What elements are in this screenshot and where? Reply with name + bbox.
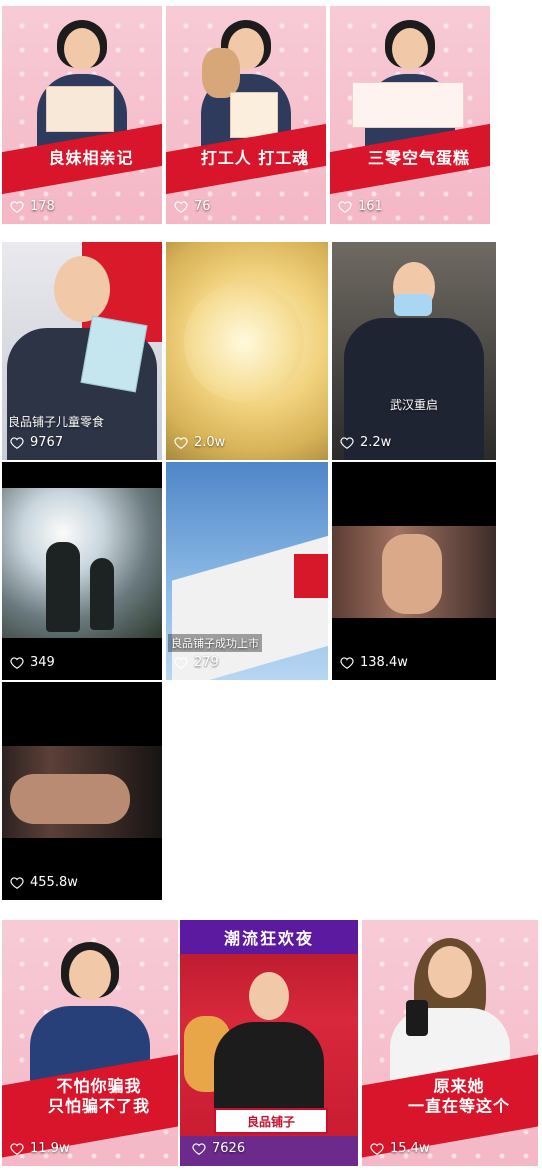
- video-title: 原来她 一直在等这个: [392, 1076, 526, 1116]
- video-title-line2: 一直在等这个: [407, 1096, 510, 1116]
- heart-outline-icon: [192, 1142, 206, 1155]
- video-title-line1: 原来她: [433, 1076, 485, 1096]
- video-tile-13[interactable]: 原来她 一直在等这个 15.4w: [362, 920, 538, 1166]
- heart-outline-icon: [10, 200, 24, 213]
- heart-outline-icon: [174, 436, 188, 449]
- cake-box: [352, 82, 464, 128]
- like-count: 15.4w: [370, 1141, 430, 1156]
- like-count: 178: [10, 199, 55, 214]
- heart-outline-icon: [174, 200, 188, 213]
- like-count-text: 9767: [30, 435, 64, 450]
- face-mask: [394, 294, 432, 316]
- like-count: 11.9w: [10, 1141, 70, 1156]
- product-box: [230, 92, 278, 138]
- plush-toy: [202, 48, 240, 98]
- person-head: [428, 946, 472, 998]
- like-count-text: 161: [358, 199, 383, 214]
- person-head: [69, 950, 111, 1000]
- video-tile-3[interactable]: 三零空气蛋糕 161: [330, 6, 490, 224]
- like-count: 9767: [10, 435, 63, 450]
- like-count: 349: [10, 655, 55, 670]
- heart-outline-icon: [370, 1142, 384, 1155]
- like-count-text: 279: [194, 655, 219, 670]
- video-title: 打工人 打工魂: [200, 148, 310, 168]
- like-count-text: 11.9w: [30, 1141, 70, 1156]
- person-head: [249, 972, 289, 1020]
- video-tile-8[interactable]: 良品铺子成功上市 279: [166, 462, 328, 680]
- like-count-text: 2.0w: [194, 435, 226, 450]
- video-title-line2: 只怕骗不了我: [47, 1096, 150, 1116]
- heart-outline-icon: [10, 656, 24, 669]
- brand-sign-text: 良品铺子: [246, 1114, 295, 1129]
- video-overlay-text: 武汉重启: [390, 398, 439, 412]
- person-head: [54, 256, 110, 322]
- fingers: [10, 774, 130, 824]
- like-count: 138.4w: [340, 655, 408, 670]
- like-count: 455.8w: [10, 875, 78, 890]
- video-tile-1[interactable]: 良妹相亲记 178: [2, 6, 162, 224]
- like-count-text: 7626: [212, 1141, 246, 1156]
- video-overlay-text: 良品铺子儿童零食: [8, 415, 105, 429]
- heart-outline-icon: [338, 200, 352, 213]
- brand-sign: 良品铺子: [214, 1108, 328, 1134]
- video-tile-7[interactable]: 349: [2, 462, 162, 680]
- hiker-silhouette: [90, 558, 114, 630]
- like-count: 76: [174, 199, 211, 214]
- heart-outline-icon: [340, 436, 354, 449]
- event-banner-text: 潮流狂欢夜: [223, 929, 314, 948]
- hand-holding-snack: [382, 534, 442, 614]
- person-head: [64, 28, 100, 70]
- food-closeup: [184, 282, 304, 402]
- product-box: [46, 86, 114, 132]
- heart-outline-icon: [10, 436, 24, 449]
- like-count: 279: [174, 655, 219, 670]
- like-count: 2.2w: [340, 435, 391, 450]
- person-head: [392, 28, 428, 70]
- video-tile-9[interactable]: 138.4w: [332, 462, 496, 680]
- heart-outline-icon: [174, 656, 188, 669]
- heart-outline-icon: [10, 876, 24, 889]
- heart-outline-icon: [340, 656, 354, 669]
- video-title: 不怕你骗我 只怕骗不了我: [32, 1076, 166, 1116]
- video-title: 三零空气蛋糕: [367, 148, 470, 168]
- video-title: 良妹相亲记: [48, 148, 134, 168]
- factory-sign: [294, 554, 328, 598]
- event-banner: 潮流狂欢夜: [180, 920, 358, 954]
- video-title-line1: 不怕你骗我: [56, 1076, 142, 1096]
- like-count-text: 76: [194, 199, 211, 214]
- like-count-text: 178: [30, 199, 55, 214]
- phone: [406, 1000, 428, 1036]
- like-count: 161: [338, 199, 383, 214]
- video-tile-2[interactable]: 打工人 打工魂 76: [166, 6, 326, 224]
- hiker-silhouette: [46, 542, 80, 632]
- like-count-text: 138.4w: [360, 655, 408, 670]
- like-count-text: 349: [30, 655, 55, 670]
- heart-outline-icon: [10, 1142, 24, 1155]
- like-count: 7626: [192, 1141, 245, 1156]
- video-tile-11[interactable]: 不怕你骗我 只怕骗不了我 11.9w: [2, 920, 178, 1166]
- video-tile-5[interactable]: 2.0w: [166, 242, 328, 460]
- video-tile-10[interactable]: 455.8w: [2, 682, 162, 900]
- like-count: 2.0w: [174, 435, 225, 450]
- like-count-text: 2.2w: [360, 435, 392, 450]
- video-tile-6[interactable]: 武汉重启 2.2w: [332, 242, 496, 460]
- like-count-text: 15.4w: [390, 1141, 430, 1156]
- video-frame: [2, 488, 162, 638]
- person-body: [214, 1022, 324, 1114]
- video-tile-12[interactable]: 潮流狂欢夜 良品铺子 7626: [180, 920, 358, 1166]
- product-box: [80, 315, 148, 393]
- like-count-text: 455.8w: [30, 875, 78, 890]
- video-overlay-text: 良品铺子成功上市: [168, 634, 262, 652]
- video-tile-4[interactable]: 良品铺子儿童零食 9767: [2, 242, 162, 460]
